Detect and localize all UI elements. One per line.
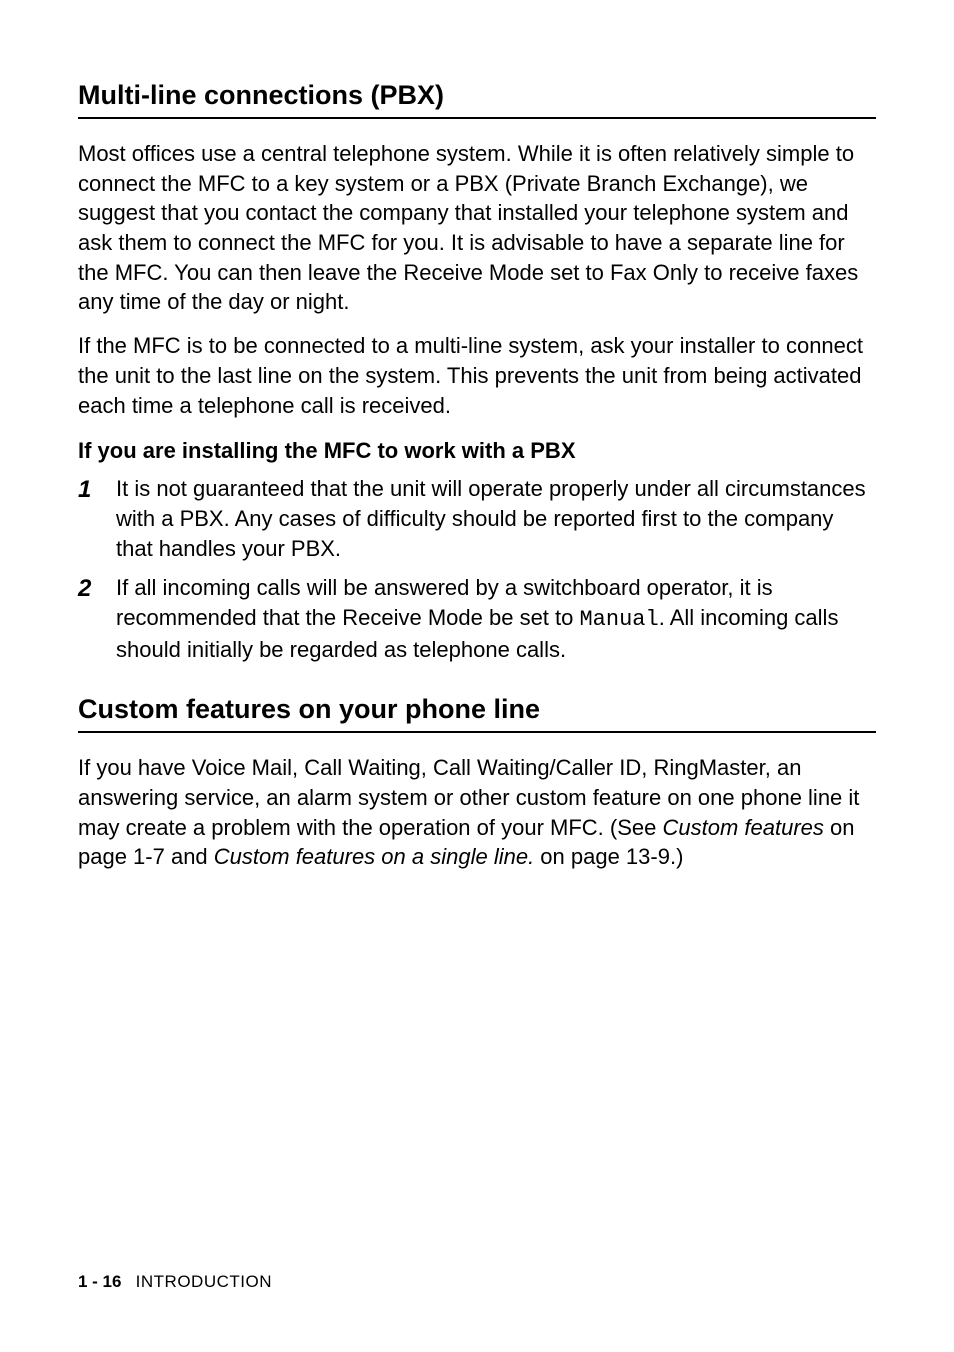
list-item: 1 It is not guaranteed that the unit wil… (78, 474, 876, 563)
pbx-para-2: If the MFC is to be connected to a multi… (78, 331, 876, 420)
list-number-2: 2 (78, 573, 116, 664)
list-text-1: It is not guaranteed that the unit will … (116, 474, 876, 563)
pbx-subheading: If you are installing the MFC to work wi… (78, 438, 876, 464)
custom-para: If you have Voice Mail, Call Waiting, Ca… (78, 753, 876, 872)
section-heading-pbx: Multi-line connections (PBX) (78, 80, 876, 119)
list-text-2-mono: Manual (579, 607, 658, 632)
page-footer: 1 - 16 INTRODUCTION (78, 1272, 272, 1292)
list-number-1: 1 (78, 474, 116, 563)
pbx-para-1: Most offices use a central telephone sys… (78, 139, 876, 317)
custom-ref-1: Custom features (662, 815, 823, 840)
custom-mid-2: on page 13-9.) (534, 844, 683, 869)
custom-ref-2: Custom features on a single line. (214, 844, 534, 869)
page-number: 1 - 16 (78, 1272, 121, 1291)
list-item: 2 If all incoming calls will be answered… (78, 573, 876, 664)
page-label: INTRODUCTION (136, 1272, 272, 1291)
pbx-list: 1 It is not guaranteed that the unit wil… (78, 474, 876, 664)
section-heading-custom: Custom features on your phone line (78, 694, 876, 733)
list-text-2: If all incoming calls will be answered b… (116, 573, 876, 664)
